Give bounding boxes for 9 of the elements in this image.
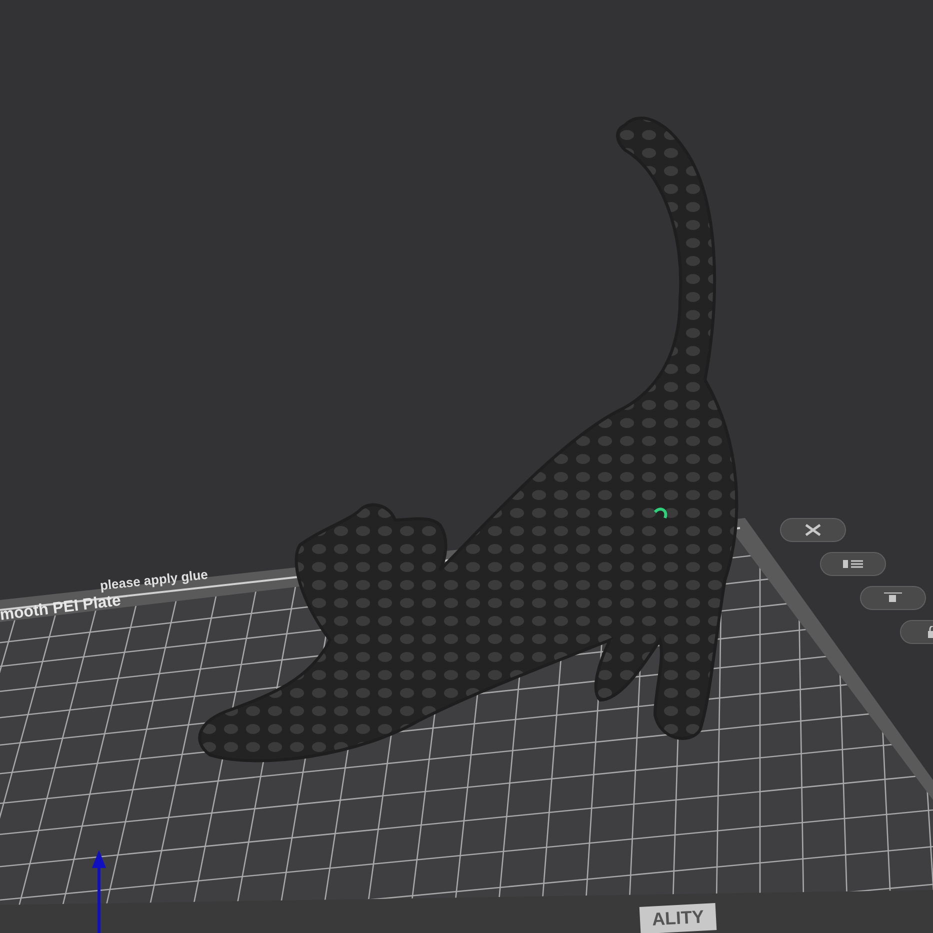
close-button[interactable] xyxy=(780,518,846,542)
list-button[interactable] xyxy=(820,552,886,576)
plate-label: mooth PEI Plate xyxy=(0,592,122,626)
arrange-icon xyxy=(882,592,904,604)
close-icon xyxy=(804,524,822,536)
arrange-button[interactable] xyxy=(860,586,926,610)
list-icon xyxy=(842,558,864,570)
plate-label: please apply glue xyxy=(98,566,209,595)
z-axis-arrow-icon xyxy=(91,850,107,933)
